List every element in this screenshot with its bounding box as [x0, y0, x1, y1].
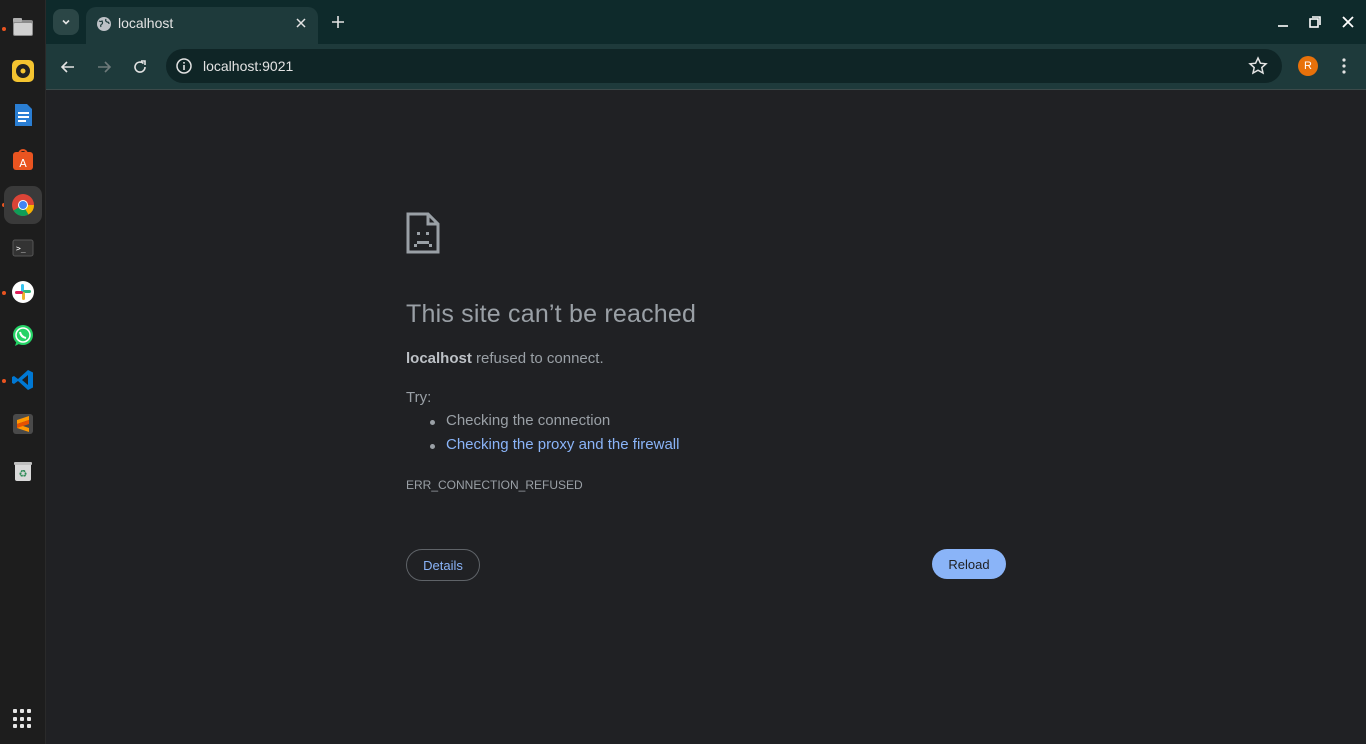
menu-button[interactable] — [1334, 56, 1354, 76]
error-host: localhost — [406, 350, 472, 367]
tab-localhost[interactable]: localhost — [86, 7, 318, 44]
svg-text:>_: >_ — [16, 244, 26, 253]
close-icon — [296, 18, 306, 28]
error-message-text: refused to connect. — [471, 350, 604, 367]
plus-icon — [332, 16, 344, 28]
restore-icon — [1309, 16, 1321, 28]
svg-text:A: A — [19, 157, 27, 170]
arrow-right-icon — [98, 61, 112, 73]
app-center-icon[interactable]: A — [4, 140, 42, 178]
error-title: This site can’t be reached — [406, 300, 697, 328]
writer-icon[interactable] — [4, 96, 42, 134]
error-code: ERR_CONNECTION_REFUSED — [406, 478, 583, 492]
close-icon — [1342, 16, 1354, 28]
refresh-icon — [134, 60, 146, 73]
globe-icon — [97, 17, 111, 31]
reload-page-button[interactable]: Reload — [932, 549, 1006, 579]
info-icon[interactable] — [175, 57, 193, 75]
arrow-left-icon — [60, 61, 74, 73]
terminal-icon[interactable]: >_ — [4, 229, 42, 267]
rhythmbox-icon[interactable] — [4, 52, 42, 90]
address-bar[interactable]: localhost:9021 — [166, 49, 1282, 83]
chrome-icon[interactable] — [4, 186, 42, 224]
tab-strip: localhost — [46, 0, 1366, 44]
url-text[interactable]: localhost:9021 — [203, 58, 293, 74]
profile-avatar[interactable]: R — [1298, 56, 1318, 76]
slack-icon[interactable] — [4, 273, 42, 311]
chevron-down-icon — [62, 19, 70, 25]
vscode-icon[interactable] — [4, 361, 42, 399]
page-content: This site can’t be reached localhost ref… — [46, 90, 1366, 744]
star-icon[interactable] — [1248, 56, 1268, 76]
minimize-button[interactable] — [1273, 12, 1293, 32]
back-button[interactable] — [56, 55, 80, 79]
tab-search-button[interactable] — [53, 9, 79, 35]
minimize-icon — [1278, 25, 1288, 27]
more-vertical-icon — [1342, 58, 1346, 74]
toolbar: localhost:9021 R — [46, 44, 1366, 90]
suggestions-list: Checking the connection Checking the pro… — [428, 412, 679, 460]
new-tab-button[interactable] — [328, 12, 348, 32]
tab-close-button[interactable] — [292, 14, 310, 32]
whatsapp-icon[interactable] — [4, 317, 42, 355]
trash-icon[interactable]: ♻ — [4, 452, 42, 490]
try-label: Try: — [406, 389, 432, 406]
suggestion-proxy-firewall-link[interactable]: Checking the proxy and the firewall — [428, 436, 679, 460]
error-message: localhost refused to connect. — [406, 350, 604, 367]
restore-button[interactable] — [1305, 12, 1325, 32]
svg-text:♻: ♻ — [19, 469, 28, 480]
files-icon[interactable] — [4, 8, 42, 46]
tab-title: localhost — [118, 15, 174, 31]
close-window-button[interactable] — [1338, 12, 1358, 32]
reload-button[interactable] — [128, 55, 152, 79]
browser-window: localhost localhost:9021 R This site can… — [46, 0, 1366, 744]
forward-button[interactable] — [92, 55, 116, 79]
suggestion-connection: Checking the connection — [428, 412, 679, 436]
dock: A >_ ♻ — [0, 0, 46, 744]
sublime-icon[interactable] — [4, 405, 42, 443]
sad-document-icon — [406, 212, 440, 254]
details-button[interactable]: Details — [406, 549, 480, 581]
show-apps-icon[interactable] — [13, 709, 33, 729]
